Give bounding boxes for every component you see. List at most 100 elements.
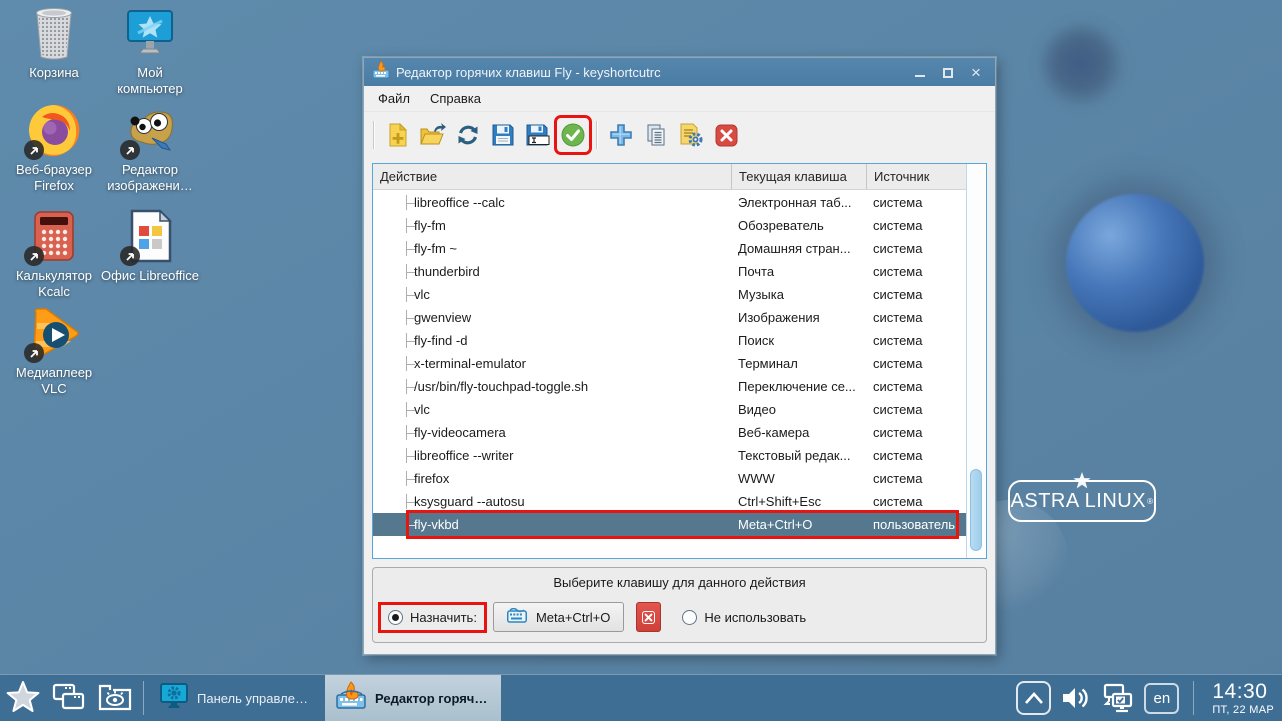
table-row[interactable]: fly-videocamera Веб-камера система xyxy=(373,421,966,444)
column-header-key[interactable]: Текущая клавиша xyxy=(731,164,866,189)
toolbar-separator xyxy=(596,121,598,149)
save-button[interactable] xyxy=(488,119,518,151)
refresh-button[interactable] xyxy=(453,119,483,151)
clock[interactable]: 14:30 ПТ, 22 МАР xyxy=(1212,681,1274,716)
table-row[interactable]: gwenview Изображения система xyxy=(373,306,966,329)
duplicate-button[interactable] xyxy=(641,119,671,151)
table-row[interactable]: fly-find -d Поиск система xyxy=(373,329,966,352)
table-header: Действие Текущая клавиша Источник xyxy=(373,164,966,190)
task-item-label: Редактор горячи… xyxy=(375,691,491,706)
desktop-icon-label: Редактор изображени… xyxy=(102,162,198,194)
hotkey-editor-icon xyxy=(335,681,367,716)
start-menu-button[interactable] xyxy=(0,675,46,721)
menu-file[interactable]: Файл xyxy=(368,87,420,110)
assign-panel-title: Выберите клавишу для данного действия xyxy=(373,575,986,590)
row-source: система xyxy=(866,218,966,233)
my-computer-icon xyxy=(122,5,178,61)
row-action: libreoffice --calc xyxy=(373,195,731,210)
vertical-scrollbar[interactable] xyxy=(966,164,986,558)
clear-shortcut-button[interactable] xyxy=(636,602,661,632)
table-row[interactable]: vlc Музыка система xyxy=(373,283,966,306)
shortcut-arrow-icon xyxy=(120,140,140,160)
desktop-icon-my-computer[interactable]: Мой компьютер xyxy=(100,5,200,97)
save-as-button[interactable] xyxy=(523,119,553,151)
table-row[interactable]: /usr/bin/fly-touchpad-toggle.sh Переключ… xyxy=(373,375,966,398)
table-row[interactable]: vlc Видео система xyxy=(373,398,966,421)
menu-help[interactable]: Справка xyxy=(420,87,491,110)
desktop-icon-vlc[interactable]: Медиаплеер VLC xyxy=(4,305,104,397)
row-source: пользователь xyxy=(866,517,966,532)
task-item-control-panel[interactable]: Панель управлен… xyxy=(149,675,325,721)
table-row[interactable]: fly-vkbd Meta+Ctrl+O пользователь xyxy=(373,513,966,536)
taskbar: Панель управлен… Редактор горячи… xyxy=(0,674,1282,721)
menubar: Файл Справка xyxy=(364,86,995,112)
apply-button[interactable] xyxy=(558,119,588,151)
desktop-icon-trash[interactable]: Корзина xyxy=(4,5,104,81)
background-sphere-blue xyxy=(1066,194,1204,332)
close-button[interactable]: × xyxy=(969,65,983,79)
taskbar-separator xyxy=(143,681,144,715)
shortcut-key-button[interactable]: Meta+Ctrl+O xyxy=(493,602,624,632)
desktop-icon-label: Офис Libreoffice xyxy=(100,268,200,284)
row-key: Meta+Ctrl+O xyxy=(731,517,866,532)
table-row[interactable]: ksysguard --autosu Ctrl+Shift+Esc систем… xyxy=(373,490,966,513)
column-header-action[interactable]: Действие xyxy=(373,164,731,189)
task-item-hotkey-editor[interactable]: Редактор горячи… xyxy=(325,675,501,721)
row-key: Электронная таб... xyxy=(731,195,866,210)
desktop-icon-firefox[interactable]: Веб-браузер Firefox xyxy=(4,102,104,194)
table-row[interactable]: thunderbird Почта система xyxy=(373,260,966,283)
row-action: x-terminal-emulator xyxy=(373,356,731,371)
show-windows-button[interactable] xyxy=(46,675,92,721)
not-use-radio[interactable]: Не использовать xyxy=(675,605,813,630)
windows-icon xyxy=(51,682,87,714)
row-key: Музыка xyxy=(731,287,866,302)
titlebar[interactable]: Редактор горячих клавиш Fly - keyshortcu… xyxy=(364,58,995,86)
add-shortcut-button[interactable] xyxy=(606,119,636,151)
libreoffice-icon xyxy=(122,208,178,264)
row-source: система xyxy=(866,287,966,302)
desktop-icon-kcalc[interactable]: Калькулятор Kcalc xyxy=(4,208,104,300)
radio-checked-icon[interactable] xyxy=(388,610,403,625)
row-source: система xyxy=(866,448,966,463)
maximize-button[interactable] xyxy=(941,65,955,79)
row-action: thunderbird xyxy=(373,264,731,279)
task-item-label: Панель управлен… xyxy=(197,691,315,706)
table-row[interactable]: x-terminal-emulator Терминал система xyxy=(373,352,966,375)
network-displays-button[interactable] xyxy=(1099,682,1135,714)
clock-date: ПТ, 22 МАР xyxy=(1212,705,1274,716)
minimize-button[interactable] xyxy=(913,65,927,79)
language-indicator[interactable]: en xyxy=(1144,683,1179,714)
toolbar-separator xyxy=(373,121,375,149)
desktop-folder-button[interactable] xyxy=(92,675,138,721)
table-row[interactable]: fly-fm ~ Домашняя стран... система xyxy=(373,237,966,260)
row-key: Изображения xyxy=(731,310,866,325)
delete-shortcut-button[interactable] xyxy=(711,119,741,151)
row-key: Переключение се... xyxy=(731,379,866,394)
row-key: Ctrl+Shift+Esc xyxy=(731,494,866,509)
table-row[interactable]: libreoffice --writer Текстовый редак... … xyxy=(373,444,966,467)
row-source: система xyxy=(866,425,966,440)
scrollbar-thumb[interactable] xyxy=(970,469,982,551)
volume-button[interactable] xyxy=(1060,684,1090,712)
row-action: vlc xyxy=(373,402,731,417)
new-file-button[interactable] xyxy=(383,119,413,151)
astra-star-icon xyxy=(1072,471,1092,497)
row-source: система xyxy=(866,379,966,394)
firefox-icon xyxy=(26,102,82,158)
radio-unchecked-icon[interactable] xyxy=(682,610,697,625)
tray-expand-button[interactable] xyxy=(1016,681,1051,715)
row-action: ksysguard --autosu xyxy=(373,494,731,509)
vlc-icon xyxy=(26,305,82,361)
row-key: Обозреватель xyxy=(731,218,866,233)
table-row[interactable]: fly-fm Обозреватель система xyxy=(373,214,966,237)
desktop-icon-libreoffice[interactable]: Офис Libreoffice xyxy=(100,208,200,284)
keyboard-icon xyxy=(507,608,527,626)
desktop-icon-gimp[interactable]: Редактор изображени… xyxy=(100,102,200,194)
column-header-source[interactable]: Источник xyxy=(866,164,966,189)
assign-radio[interactable]: Назначить: xyxy=(381,605,484,630)
open-folder-button[interactable] xyxy=(418,119,448,151)
table-row[interactable]: libreoffice --calc Электронная таб... си… xyxy=(373,191,966,214)
table-row[interactable]: firefox WWW система xyxy=(373,467,966,490)
properties-button[interactable] xyxy=(676,119,706,151)
trash-icon xyxy=(26,5,82,61)
